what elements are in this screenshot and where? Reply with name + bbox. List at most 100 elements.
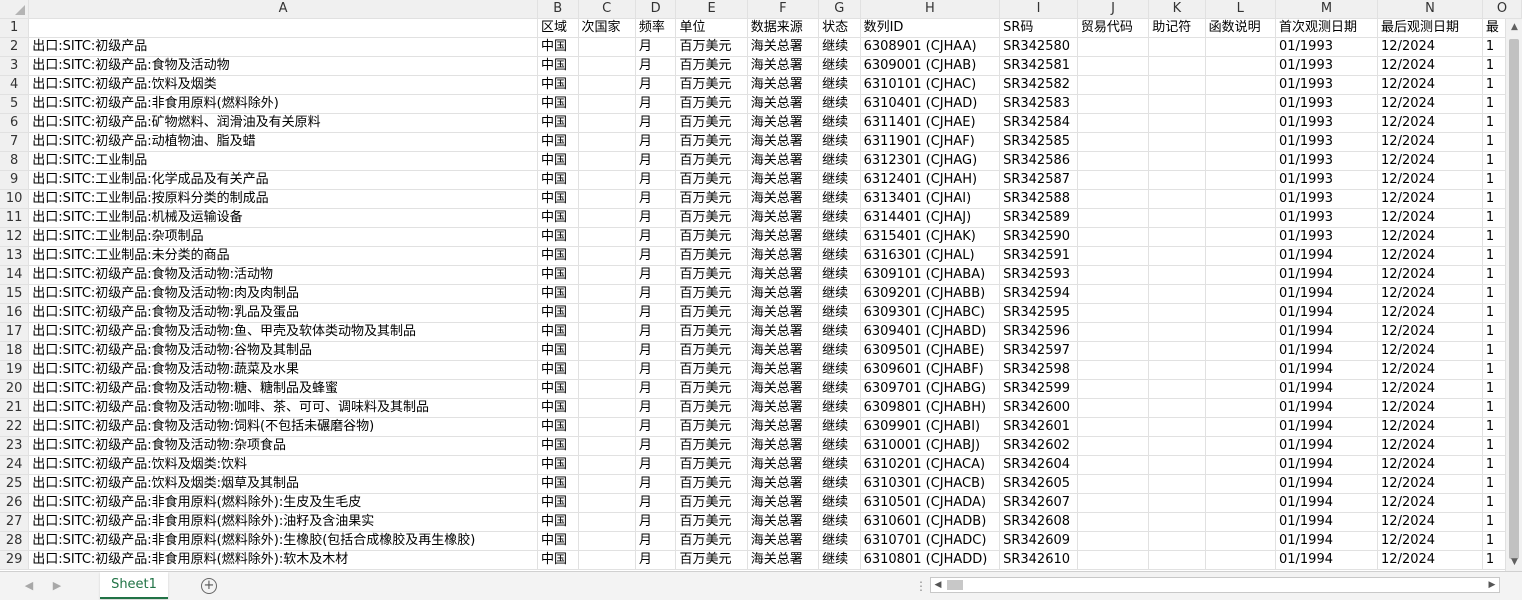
cell-c18[interactable] xyxy=(578,341,636,361)
cell-d8[interactable]: 月 xyxy=(635,151,677,171)
cell-f13[interactable]: 海关总署 xyxy=(747,246,820,266)
cell-k3[interactable] xyxy=(1148,56,1206,76)
cell-d1[interactable]: 频率 xyxy=(635,18,677,38)
cell-m14[interactable]: 01/1994 xyxy=(1275,265,1379,285)
cell-j17[interactable] xyxy=(1077,322,1150,342)
column-header-b[interactable]: B xyxy=(537,0,579,19)
cell-h2[interactable]: 6308901 (CJHAA) xyxy=(860,37,1001,57)
cell-g28[interactable]: 继续 xyxy=(818,531,861,551)
cell-c11[interactable] xyxy=(578,208,636,228)
cell-n5[interactable]: 12/2024 xyxy=(1377,94,1483,114)
cell-e18[interactable]: 百万美元 xyxy=(675,341,748,361)
vertical-scroll-thumb[interactable] xyxy=(1509,39,1519,559)
cell-f17[interactable]: 海关总署 xyxy=(747,322,820,342)
cell-d4[interactable]: 月 xyxy=(635,75,677,95)
cell-k14[interactable] xyxy=(1148,265,1206,285)
cell-d26[interactable]: 月 xyxy=(635,493,677,513)
cell-c27[interactable] xyxy=(578,512,636,532)
cell-j13[interactable] xyxy=(1077,246,1150,266)
cell-h1[interactable]: 数列ID xyxy=(860,18,1001,38)
cell-c16[interactable] xyxy=(578,303,636,323)
cell-n11[interactable]: 12/2024 xyxy=(1377,208,1483,228)
cell-b26[interactable]: 中国 xyxy=(537,493,579,513)
cell-d14[interactable]: 月 xyxy=(635,265,677,285)
cell-n29[interactable]: 12/2024 xyxy=(1377,550,1483,570)
cell-h12[interactable]: 6315401 (CJHAK) xyxy=(860,227,1001,247)
cell-g16[interactable]: 继续 xyxy=(818,303,861,323)
cell-a1[interactable] xyxy=(28,18,538,38)
cell-h9[interactable]: 6312401 (CJHAH) xyxy=(860,170,1001,190)
cell-h14[interactable]: 6309101 (CJHABA) xyxy=(860,265,1001,285)
cell-b9[interactable]: 中国 xyxy=(537,170,579,190)
cell-f15[interactable]: 海关总署 xyxy=(747,284,820,304)
cell-i5[interactable]: SR342583 xyxy=(999,94,1078,114)
column-header-k[interactable]: K xyxy=(1148,0,1206,19)
cell-k5[interactable] xyxy=(1148,94,1206,114)
scroll-right-icon[interactable]: ▶ xyxy=(1485,578,1499,592)
cell-c23[interactable] xyxy=(578,436,636,456)
row-header[interactable]: 29 xyxy=(0,550,30,570)
cell-e22[interactable]: 百万美元 xyxy=(675,417,748,437)
cell-n7[interactable]: 12/2024 xyxy=(1377,132,1483,152)
cell-f4[interactable]: 海关总署 xyxy=(747,75,820,95)
cell-n25[interactable]: 12/2024 xyxy=(1377,474,1483,494)
cell-j29[interactable] xyxy=(1077,550,1150,570)
cell-k26[interactable] xyxy=(1148,493,1206,513)
cell-m25[interactable]: 01/1994 xyxy=(1275,474,1379,494)
cell-b20[interactable]: 中国 xyxy=(537,379,579,399)
cell-a11[interactable]: 出口:SITC:工业制品:机械及运输设备 xyxy=(28,208,538,228)
cell-f29[interactable]: 海关总署 xyxy=(747,550,820,570)
cell-a6[interactable]: 出口:SITC:初级产品:矿物燃料、润滑油及有关原料 xyxy=(28,113,538,133)
cell-g23[interactable]: 继续 xyxy=(818,436,861,456)
cell-f27[interactable]: 海关总署 xyxy=(747,512,820,532)
cell-f16[interactable]: 海关总署 xyxy=(747,303,820,323)
cell-g2[interactable]: 继续 xyxy=(818,37,861,57)
cell-j15[interactable] xyxy=(1077,284,1150,304)
cell-d28[interactable]: 月 xyxy=(635,531,677,551)
cell-l22[interactable] xyxy=(1205,417,1276,437)
cell-i24[interactable]: SR342604 xyxy=(999,455,1078,475)
cell-c25[interactable] xyxy=(578,474,636,494)
cell-l18[interactable] xyxy=(1205,341,1276,361)
cell-l3[interactable] xyxy=(1205,56,1276,76)
cell-k17[interactable] xyxy=(1148,322,1206,342)
cell-a4[interactable]: 出口:SITC:初级产品:饮料及烟类 xyxy=(28,75,538,95)
cell-b4[interactable]: 中国 xyxy=(537,75,579,95)
cell-e21[interactable]: 百万美元 xyxy=(675,398,748,418)
cell-m3[interactable]: 01/1993 xyxy=(1275,56,1379,76)
cell-i9[interactable]: SR342587 xyxy=(999,170,1078,190)
cell-m22[interactable]: 01/1994 xyxy=(1275,417,1379,437)
cell-i21[interactable]: SR342600 xyxy=(999,398,1078,418)
add-sheet-icon[interactable]: + xyxy=(201,578,217,594)
cell-g21[interactable]: 继续 xyxy=(818,398,861,418)
cell-a21[interactable]: 出口:SITC:初级产品:食物及活动物:咖啡、茶、可可、调味料及其制品 xyxy=(28,398,538,418)
row-header[interactable]: 11 xyxy=(0,208,30,228)
cell-g12[interactable]: 继续 xyxy=(818,227,861,247)
cell-e1[interactable]: 单位 xyxy=(675,18,748,38)
cell-i19[interactable]: SR342598 xyxy=(999,360,1078,380)
cell-j25[interactable] xyxy=(1077,474,1150,494)
cell-h17[interactable]: 6309401 (CJHABD) xyxy=(860,322,1001,342)
cell-f14[interactable]: 海关总署 xyxy=(747,265,820,285)
row-header[interactable]: 3 xyxy=(0,56,30,76)
select-all-corner[interactable] xyxy=(0,0,30,19)
cell-b14[interactable]: 中国 xyxy=(537,265,579,285)
cell-g4[interactable]: 继续 xyxy=(818,75,861,95)
cell-f8[interactable]: 海关总署 xyxy=(747,151,820,171)
cell-c29[interactable] xyxy=(578,550,636,570)
cell-a25[interactable]: 出口:SITC:初级产品:饮料及烟类:烟草及其制品 xyxy=(28,474,538,494)
cell-j6[interactable] xyxy=(1077,113,1150,133)
row-header[interactable]: 5 xyxy=(0,94,30,114)
cell-e14[interactable]: 百万美元 xyxy=(675,265,748,285)
cell-j16[interactable] xyxy=(1077,303,1150,323)
horizontal-scrollbar[interactable]: ◀ ▶ xyxy=(930,577,1500,593)
row-header[interactable]: 27 xyxy=(0,512,30,532)
cell-h7[interactable]: 6311901 (CJHAF) xyxy=(860,132,1001,152)
cell-g9[interactable]: 继续 xyxy=(818,170,861,190)
cell-a22[interactable]: 出口:SITC:初级产品:食物及活动物:饲料(不包括未碾磨谷物) xyxy=(28,417,538,437)
cell-g26[interactable]: 继续 xyxy=(818,493,861,513)
cell-k11[interactable] xyxy=(1148,208,1206,228)
column-header-f[interactable]: F xyxy=(747,0,820,19)
row-header[interactable]: 18 xyxy=(0,341,30,361)
cell-i4[interactable]: SR342582 xyxy=(999,75,1078,95)
